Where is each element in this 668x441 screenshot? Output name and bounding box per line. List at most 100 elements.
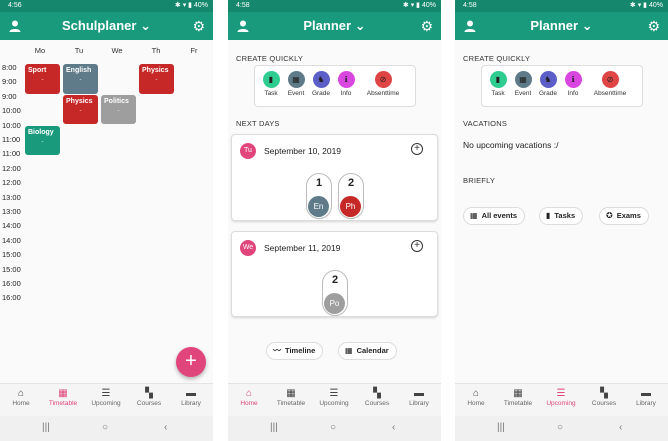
nav-home[interactable]: ⌂ Home <box>228 387 270 407</box>
pill-subject: En <box>308 196 329 217</box>
quick-create-bar: ▮ Task ▦ Event ♞ Grade ℹ Info ⊘ Absenttime <box>481 65 643 107</box>
nav-label: Timetable <box>48 400 78 407</box>
add-entry-icon[interactable]: + <box>411 143 423 155</box>
lesson-room: - <box>41 77 44 83</box>
lesson-room: - <box>117 108 120 114</box>
settings-icon[interactable]: ⚙ <box>192 18 205 35</box>
day-card[interactable]: Tu September 10, 2019 + 1 En 2 Ph <box>231 134 438 221</box>
folder-icon: ▬ <box>641 388 651 399</box>
system-nav-bar: ||| ○ ‹ <box>455 416 668 441</box>
chevron-down-icon: ⌄ <box>354 18 366 33</box>
nav-upcoming[interactable]: ☰ Upcoming <box>313 387 355 407</box>
hour-label: 15:00 <box>2 250 21 260</box>
quick-info-button[interactable]: ℹ Info <box>331 71 361 97</box>
lesson-room: - <box>79 77 82 83</box>
lesson-pill[interactable]: 2 Po <box>322 270 348 316</box>
lesson-name: Sport <box>28 67 47 74</box>
day-date: September 11, 2019 <box>264 243 341 253</box>
title-dropdown[interactable]: Planner ⌄ <box>455 18 668 34</box>
lesson-politics[interactable]: Politics - <box>101 95 136 124</box>
title-dropdown[interactable]: Planner ⌄ <box>228 18 441 34</box>
back-icon[interactable]: ‹ <box>164 422 167 433</box>
lesson-physics-tu[interactable]: Physics - <box>63 95 98 124</box>
nav-upcoming[interactable]: ☰ Upcoming <box>85 387 127 407</box>
lesson-physics-th[interactable]: Physics - <box>139 64 174 94</box>
calendar-icon: ▦ <box>470 211 478 220</box>
nav-courses[interactable]: ▚ Courses <box>128 387 170 407</box>
all-events-button[interactable]: ▦ All events <box>463 207 525 225</box>
nav-label: Library <box>409 400 429 407</box>
nav-library[interactable]: ▬ Library <box>170 387 212 407</box>
recents-icon[interactable]: ||| <box>42 422 50 433</box>
quick-info-button[interactable]: ℹ Info <box>558 71 588 97</box>
calendar-icon: ▦ <box>513 388 523 399</box>
timetable-screen: 4:56 ✱ ▾ ▮ 40% Schulplaner ⌄ ⚙ Mo Tu We … <box>0 0 213 441</box>
tasks-button[interactable]: ▮ Tasks <box>539 207 584 225</box>
add-fab-button[interactable]: + <box>176 347 206 377</box>
battery-level: 40% <box>648 2 663 9</box>
day-card[interactable]: We September 11, 2019 + 2 Po <box>231 231 438 317</box>
nav-timetable[interactable]: ▦ Timetable <box>42 387 84 407</box>
hour-label: 13:00 <box>2 207 21 216</box>
day-header-th: Th <box>151 46 161 55</box>
quick-absenttime-button[interactable]: ⊘ Absenttime <box>363 71 403 97</box>
list-icon: ☰ <box>101 388 111 399</box>
nav-label: Courses <box>591 400 617 407</box>
nav-upcoming[interactable]: ☰ Upcoming <box>540 387 582 407</box>
pill-count: 2 <box>331 274 339 286</box>
nav-timetable[interactable]: ▦ Timetable <box>497 387 539 407</box>
event-icon: ▦ <box>287 71 305 88</box>
button-label: Calendar <box>356 346 389 355</box>
home-button-icon[interactable]: ○ <box>330 422 336 433</box>
home-button-icon[interactable]: ○ <box>557 422 563 433</box>
briefly-heading: BRIEFLY <box>463 176 496 185</box>
day-header-fr: Fr <box>190 46 198 55</box>
title-dropdown[interactable]: Schulplaner ⌄ <box>0 18 213 34</box>
lesson-biology[interactable]: Biology - <box>25 126 60 155</box>
nav-library[interactable]: ▬ Library <box>398 387 440 407</box>
lesson-name: Physics <box>66 98 93 105</box>
back-icon[interactable]: ‹ <box>392 422 395 433</box>
back-icon[interactable]: ‹ <box>619 422 622 433</box>
nav-courses[interactable]: ▚ Courses <box>356 387 398 407</box>
lesson-sport[interactable]: Sport - <box>25 64 60 94</box>
battery-level: 40% <box>421 2 436 9</box>
nav-home[interactable]: ⌂ Home <box>0 387 42 407</box>
grade-icon: ♞ <box>539 71 557 88</box>
lesson-pill[interactable]: 1 En <box>306 173 332 219</box>
chevron-down-icon: ⌄ <box>581 18 593 33</box>
home-icon: ⌂ <box>472 388 480 399</box>
lesson-name: Physics <box>142 67 169 74</box>
quick-label: Info <box>567 90 579 97</box>
calendar-icon: ▦ <box>58 388 68 399</box>
lesson-pill[interactable]: 2 Ph <box>338 173 364 219</box>
quick-absenttime-button[interactable]: ⊘ Absenttime <box>590 71 630 97</box>
add-entry-icon[interactable]: + <box>411 240 423 252</box>
calendar-button[interactable]: ▦ Calendar <box>338 342 397 360</box>
exams-button[interactable]: ✪ Exams <box>599 207 649 225</box>
recents-icon[interactable]: ||| <box>270 422 278 433</box>
system-nav-bar: ||| ○ ‹ <box>228 416 441 441</box>
settings-icon[interactable]: ⚙ <box>420 18 433 35</box>
bottom-nav: ⌂ Home ▦ Timetable ☰ Upcoming ▚ Courses ▬ Lib… <box>228 383 441 416</box>
pill-subject: Po <box>324 293 345 314</box>
planner-home-screen: 4:58 ✱ ▾ ▮ 40% Planner ⌄ ⚙ CREATE QUICKL… <box>228 0 441 441</box>
quick-label: Absenttime <box>593 90 627 97</box>
button-label: Timeline <box>285 346 316 355</box>
create-quickly-heading: CREATE QUICKLY <box>236 54 304 63</box>
timeline-icon: 〰 <box>273 346 281 355</box>
lesson-english[interactable]: English - <box>63 64 98 94</box>
nav-library[interactable]: ▬ Library <box>625 387 667 407</box>
quick-label: Task <box>491 90 505 97</box>
timeline-button[interactable]: 〰 Timeline <box>266 342 324 360</box>
nav-home[interactable]: ⌂ Home <box>455 387 497 407</box>
recents-icon[interactable]: ||| <box>497 422 505 433</box>
lesson-room: - <box>155 77 158 83</box>
status-bar: 4:56 ✱ ▾ ▮ 40% <box>0 0 213 12</box>
nav-timetable[interactable]: ▦ Timetable <box>270 387 312 407</box>
settings-icon[interactable]: ⚙ <box>647 18 660 35</box>
nav-courses[interactable]: ▚ Courses <box>583 387 625 407</box>
hour-label: 10:00 <box>2 106 21 116</box>
nav-label: Courses <box>364 400 390 407</box>
home-button-icon[interactable]: ○ <box>102 422 108 433</box>
